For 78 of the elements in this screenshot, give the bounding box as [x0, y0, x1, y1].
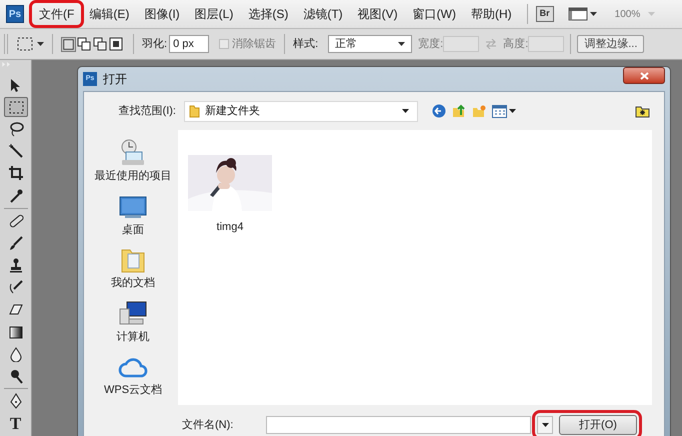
- place-item[interactable]: 最近使用的项目: [94, 138, 172, 184]
- caret-icon: [590, 12, 597, 16]
- selection-mode-icon[interactable]: [61, 36, 76, 52]
- folder-icon: [189, 104, 200, 118]
- place-item[interactable]: 桌面: [117, 192, 149, 238]
- eyedropper-icon: [8, 188, 24, 204]
- view-grid-icon: [492, 104, 507, 118]
- selection-mode-icon[interactable]: [93, 36, 108, 52]
- caret-icon: [509, 109, 516, 113]
- style-label: 样式:: [293, 36, 318, 52]
- place-item[interactable]: WPS云文档: [104, 352, 162, 398]
- width-input[interactable]: [443, 36, 480, 52]
- feather-input[interactable]: 0 px: [169, 35, 210, 53]
- filename-label: 文件名(N):: [182, 418, 234, 433]
- file-name: timg4: [216, 220, 244, 235]
- lasso-icon: [8, 121, 24, 138]
- menu-item[interactable]: 选择(S): [241, 3, 296, 25]
- place-label: 最近使用的项目: [94, 169, 172, 184]
- grip-icon: [4, 34, 9, 54]
- menu-item[interactable]: 图层(L): [188, 3, 240, 25]
- pen-icon: [8, 392, 24, 409]
- computer-icon: [117, 298, 149, 326]
- brush-icon: [8, 234, 24, 251]
- menu-item[interactable]: 文件(F: [32, 3, 82, 25]
- crop-icon: [8, 165, 24, 182]
- folder-up-icon[interactable]: [452, 104, 466, 118]
- place-label: 计算机: [116, 330, 150, 344]
- open-button[interactable]: 打开(O): [559, 415, 637, 435]
- marquee-icon[interactable]: [17, 37, 33, 51]
- look-in-label: 查找范围(I):: [118, 104, 176, 119]
- caret-icon: [542, 423, 548, 427]
- filename-input[interactable]: [266, 416, 531, 434]
- place-label: WPS云文档: [104, 382, 162, 398]
- drop-icon: [8, 346, 24, 362]
- feather-label: 羽化:: [142, 36, 168, 52]
- folder-star-icon[interactable]: [635, 104, 650, 118]
- menu-item[interactable]: 滤镜(T): [296, 3, 350, 25]
- caret-icon: [402, 109, 409, 113]
- style-value: 正常: [335, 36, 358, 52]
- height-input[interactable]: [528, 36, 564, 52]
- antialias-label: 消除锯齿: [232, 36, 276, 52]
- menu-item[interactable]: 视图(V): [350, 3, 405, 25]
- app-logo: Ps: [6, 5, 24, 23]
- place-item[interactable]: 计算机: [116, 298, 150, 345]
- gradient-icon: [8, 324, 24, 340]
- view-menu-button[interactable]: [492, 104, 516, 118]
- file-item[interactable]: timg4: [188, 155, 272, 236]
- refine-edge-button[interactable]: 调整边缘...: [577, 35, 644, 53]
- bridge-button[interactable]: Br: [536, 6, 554, 22]
- screen-mode-button[interactable]: [568, 7, 597, 21]
- look-in-dropdown[interactable]: 新建文件夹: [184, 100, 418, 122]
- history-brush-icon: [8, 279, 24, 296]
- wand-icon: [8, 143, 24, 160]
- menu-item[interactable]: 窗口(W): [406, 3, 463, 25]
- tool-button[interactable]: [4, 96, 28, 118]
- caret-icon[interactable]: [37, 42, 44, 46]
- style-dropdown[interactable]: 正常: [328, 35, 412, 53]
- place-label: 我的文档: [111, 276, 155, 291]
- menu-item[interactable]: 图像(I): [137, 3, 187, 25]
- selection-mode-icon[interactable]: [109, 36, 124, 52]
- selection-mode-icon[interactable]: [77, 36, 92, 52]
- close-icon: [640, 72, 648, 80]
- width-label: 宽度:: [418, 36, 444, 52]
- type-tool-button[interactable]: T: [4, 413, 28, 434]
- place-item[interactable]: 我的文档: [111, 245, 155, 292]
- menu-item[interactable]: 帮助(H): [464, 3, 519, 25]
- height-label: 高度:: [503, 36, 528, 52]
- look-in-value: 新建文件夹: [205, 104, 260, 119]
- marquee-icon: [8, 99, 24, 116]
- window-icon: [568, 7, 588, 21]
- stamp-icon: [8, 257, 24, 274]
- caret-icon: [648, 12, 656, 16]
- filename-dropdown-button[interactable]: [537, 416, 553, 434]
- dialog-title: 打开: [103, 71, 127, 88]
- place-label: 桌面: [122, 222, 144, 238]
- caret-icon: [398, 42, 406, 46]
- close-button[interactable]: [623, 67, 665, 84]
- menu-item[interactable]: 编辑(E): [82, 3, 136, 25]
